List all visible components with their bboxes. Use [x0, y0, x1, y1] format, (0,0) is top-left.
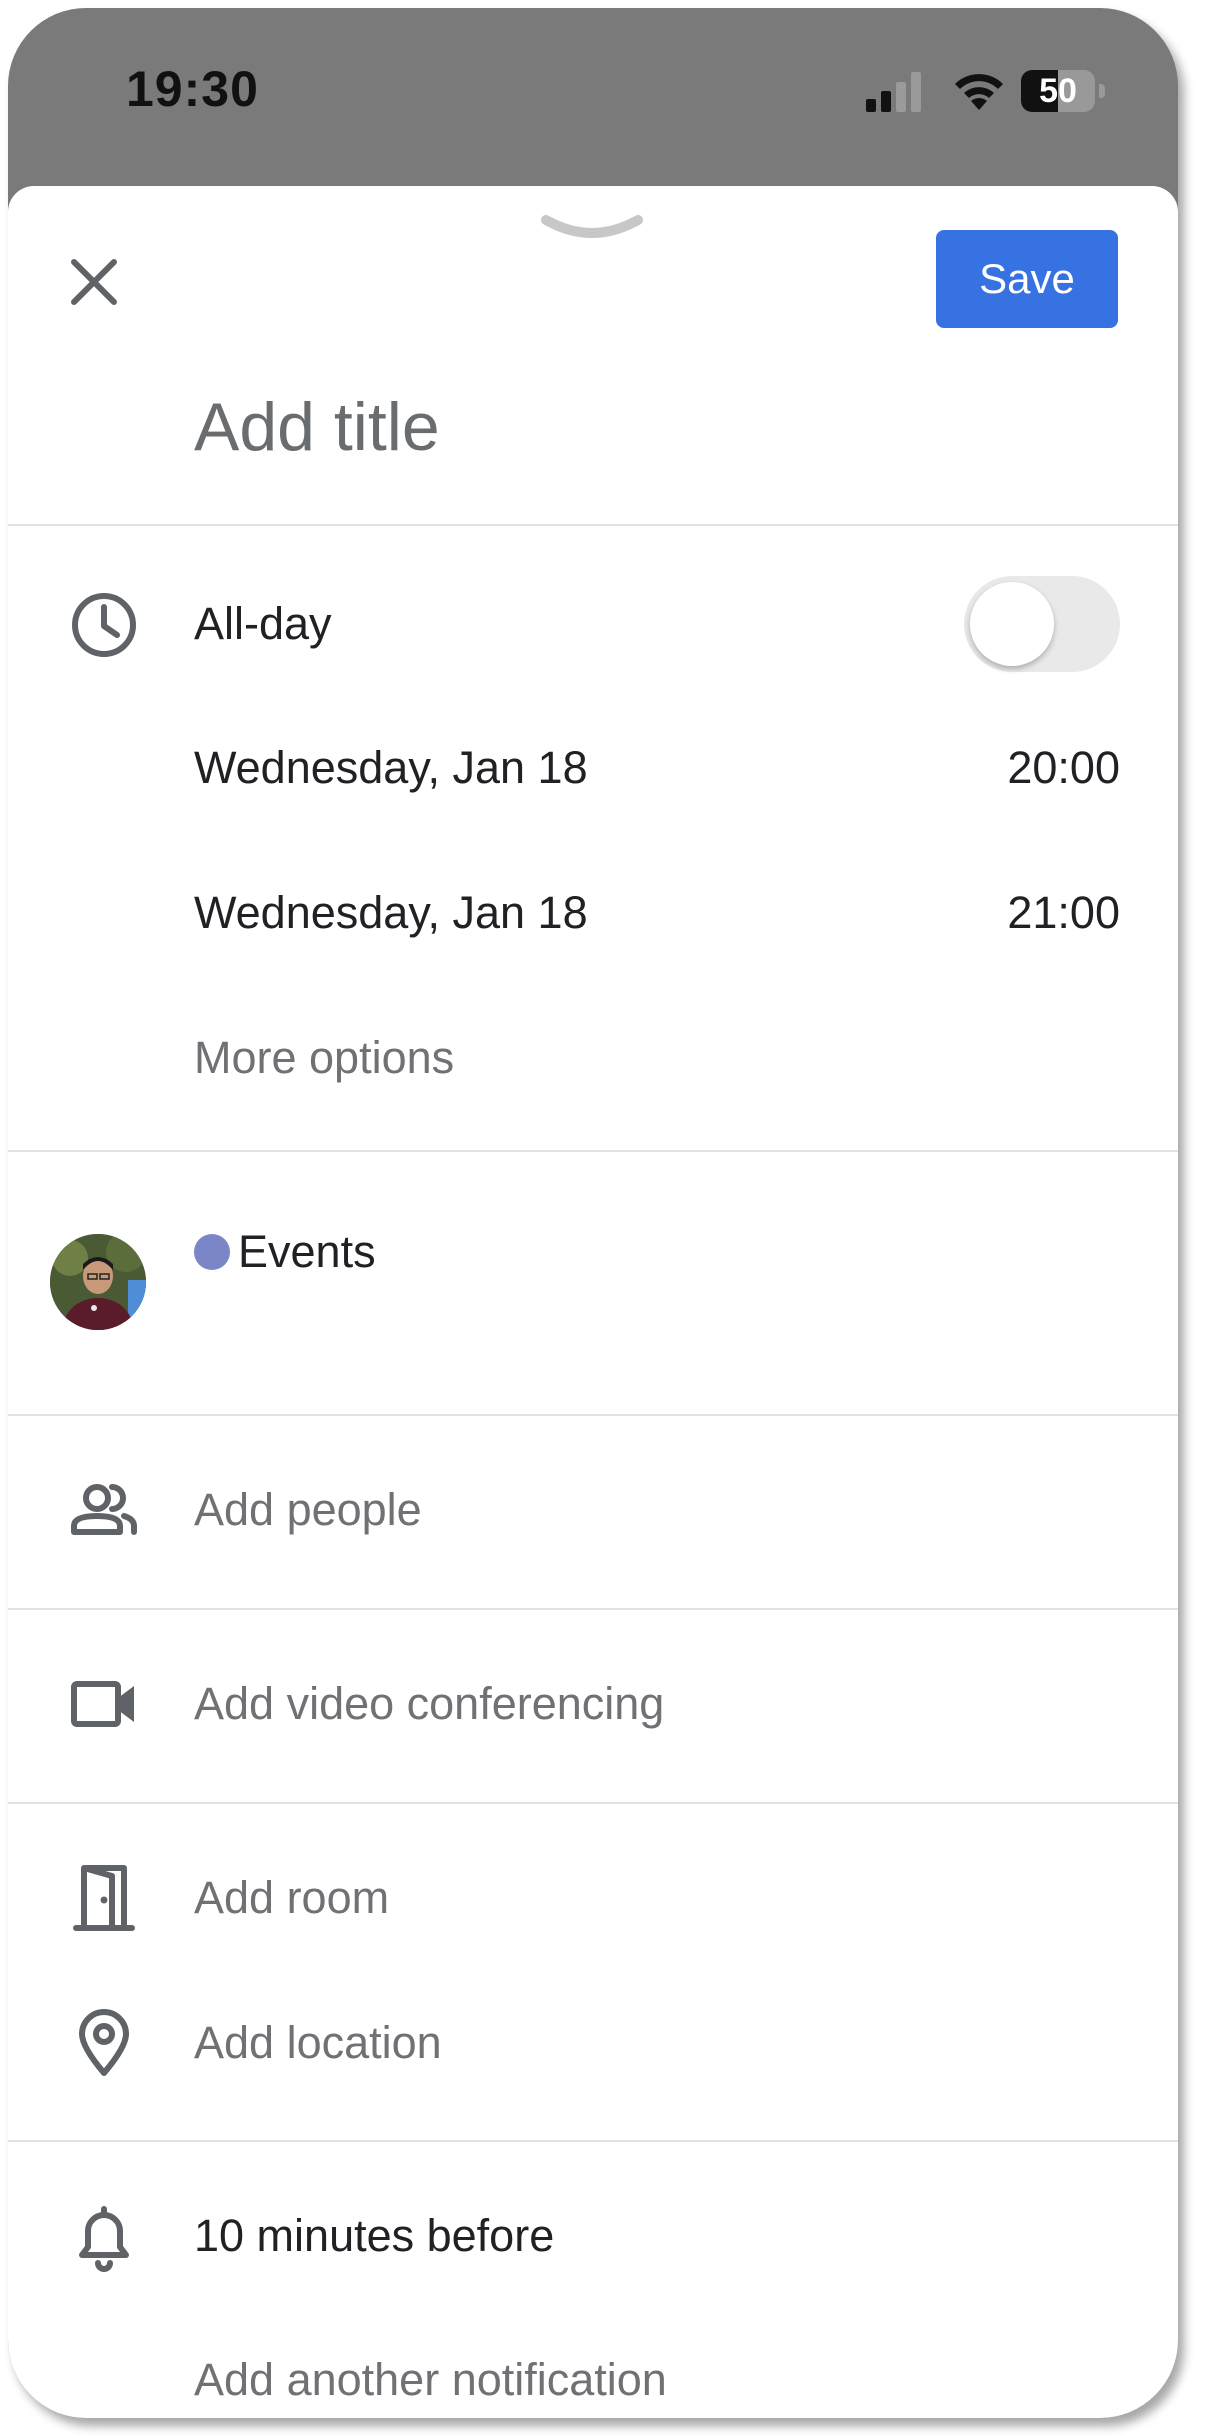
- people-icon: [68, 1474, 140, 1546]
- phone-frame: 19:30 50 Save Add title All-day Wednesda…: [8, 8, 1178, 2418]
- start-time[interactable]: 20:00: [1007, 742, 1120, 794]
- calendar-name[interactable]: Events: [238, 1226, 376, 1278]
- start-date[interactable]: Wednesday, Jan 18: [194, 742, 588, 794]
- avatar[interactable]: [50, 1234, 146, 1330]
- divider: [8, 1414, 1178, 1416]
- event-editor-sheet: Save All-day Wednesday, Jan 18 20:00 Wed…: [8, 186, 1178, 2418]
- cellular-signal-icon: [866, 72, 922, 112]
- toggle-knob: [970, 582, 1054, 666]
- door-icon: [68, 1862, 140, 1934]
- status-bar: 19:30 50: [8, 8, 1178, 188]
- add-notification-button[interactable]: Add another notification: [194, 2354, 667, 2406]
- add-people-field[interactable]: Add people: [194, 1484, 422, 1536]
- end-time[interactable]: 21:00: [1007, 887, 1120, 939]
- notification-time[interactable]: 10 minutes before: [194, 2210, 554, 2262]
- bell-icon: [68, 2201, 140, 2273]
- status-time: 19:30: [126, 61, 259, 117]
- divider: [8, 1608, 1178, 1610]
- all-day-toggle[interactable]: [964, 576, 1120, 672]
- calendar-color-dot: [194, 1234, 230, 1270]
- more-options-link[interactable]: More options: [194, 1032, 454, 1084]
- close-icon[interactable]: [60, 248, 128, 316]
- save-button[interactable]: Save: [936, 230, 1118, 328]
- add-location-field[interactable]: Add location: [194, 2017, 442, 2069]
- sheet-grabber-chevron-icon[interactable]: [540, 212, 644, 248]
- video-camera-icon: [68, 1668, 140, 1740]
- all-day-label: All-day: [194, 598, 332, 649]
- end-date[interactable]: Wednesday, Jan 18: [194, 887, 588, 939]
- battery-icon: 50: [1021, 70, 1107, 114]
- clock-icon: [68, 589, 140, 661]
- add-video-conferencing-button[interactable]: Add video conferencing: [194, 1678, 664, 1730]
- divider: [8, 1150, 1178, 1152]
- location-pin-icon: [68, 2007, 140, 2079]
- battery-level: 50: [1039, 72, 1077, 110]
- add-room-field[interactable]: Add room: [194, 1872, 389, 1924]
- divider: [8, 524, 1178, 526]
- divider: [8, 2140, 1178, 2142]
- title-input[interactable]: [194, 382, 1094, 472]
- wifi-icon: [952, 68, 1006, 112]
- divider: [8, 1802, 1178, 1804]
